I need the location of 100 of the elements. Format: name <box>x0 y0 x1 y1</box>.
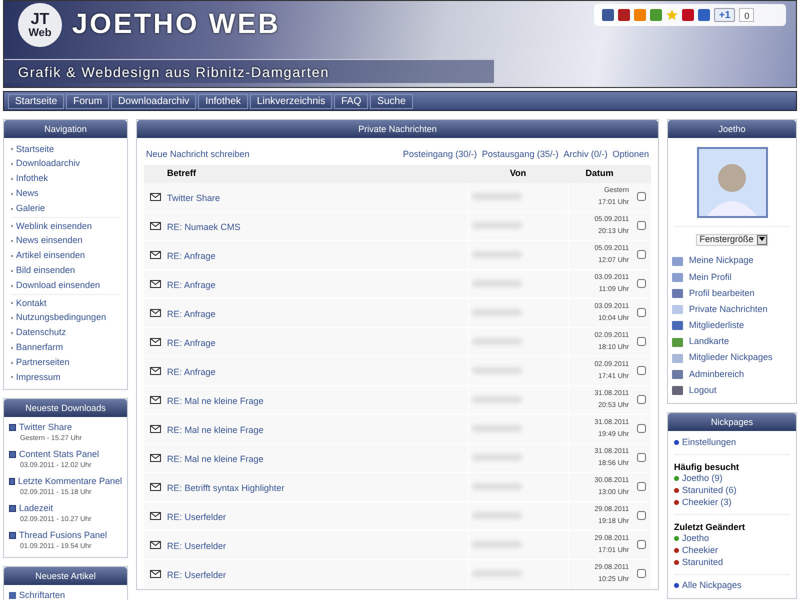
folder-link[interactable]: Posteingang (30/-) <box>402 148 477 162</box>
menu-tab[interactable]: Infothek <box>198 94 248 108</box>
section-heading: Zuletzt Geändert <box>674 520 746 533</box>
nickpage-link[interactable]: Cheekier <box>682 544 718 558</box>
folder-link[interactable]: Archiv (0/-) <box>563 148 608 162</box>
message-subject-link[interactable]: RE: Anfrage <box>167 308 216 318</box>
logo-text: JT <box>30 12 50 28</box>
select-checkbox[interactable] <box>636 424 646 433</box>
menu-tab[interactable]: Forum <box>66 94 110 108</box>
site-tagline: Grafik & Webdesign aus Ribnitz-Damgarten <box>4 59 494 83</box>
nav-link[interactable]: Downloadarchiv <box>16 157 80 171</box>
user-menu-link[interactable]: Private Nachrichten <box>689 302 768 316</box>
nickpage-link[interactable]: Alle Nickpages <box>682 578 742 592</box>
user-menu-link[interactable]: Landkarte <box>689 335 730 349</box>
nav-link[interactable]: Bild einsenden <box>16 264 76 278</box>
message-subject-link[interactable]: RE: Betrifft syntax Highlighter <box>167 482 284 492</box>
message-subject-link[interactable]: RE: Anfrage <box>167 338 216 348</box>
panel-title: Nickpages <box>668 412 796 431</box>
select-checkbox[interactable] <box>636 337 646 346</box>
logo-text: Web <box>28 28 52 38</box>
select-checkbox[interactable] <box>636 279 646 288</box>
message-subject-link[interactable]: Twitter Share <box>167 192 220 202</box>
article-link[interactable]: Schriftarten <box>19 588 66 600</box>
user-menu-link[interactable]: Meine Nickpage <box>689 254 754 268</box>
nickpage-link[interactable]: Joetho <box>682 532 710 546</box>
message-subject-link[interactable]: RE: Mal ne kleine Frage <box>167 454 264 464</box>
message-subject-link[interactable]: RE: Anfrage <box>167 366 216 376</box>
download-link[interactable]: Thread Fusions Panel <box>19 528 108 542</box>
nav-link[interactable]: Galerie <box>16 202 46 216</box>
message-subject-link[interactable]: RE: Userfelder <box>167 540 226 550</box>
site-title: JOETHO WEB <box>72 7 280 41</box>
column-header: Betreff <box>166 166 198 180</box>
message-subject-link[interactable]: RE: Mal ne kleine Frage <box>167 396 264 406</box>
nav-link[interactable]: Weblink einsenden <box>16 220 92 234</box>
nav-link[interactable]: Download einsenden <box>16 278 100 292</box>
menu-tab[interactable]: Suche <box>370 94 413 108</box>
user-menu-link[interactable]: Logout <box>689 384 717 398</box>
select-checkbox[interactable] <box>636 250 646 259</box>
menu-tab[interactable]: Startseite <box>8 94 64 108</box>
square-icon[interactable] <box>602 9 614 21</box>
nav-link[interactable]: News einsenden <box>16 234 83 248</box>
message-subject-link[interactable]: RE: Numaek CMS <box>167 222 241 232</box>
select-checkbox[interactable] <box>636 366 646 375</box>
nav-link[interactable]: Artikel einsenden <box>16 249 86 263</box>
menu-tab[interactable]: FAQ <box>334 94 368 108</box>
panel-title: Navigation <box>4 120 127 138</box>
nav-link[interactable]: Bannerfarm <box>16 341 64 354</box>
select-checkbox[interactable] <box>636 540 646 549</box>
select-checkbox[interactable] <box>636 453 646 462</box>
menu-tab[interactable]: Downloadarchiv <box>111 94 196 108</box>
nav-link[interactable]: Partnerseiten <box>16 356 70 370</box>
nav-link[interactable]: Nutzungsbedingungen <box>16 311 106 325</box>
nav-link[interactable]: Kontakt <box>16 296 47 310</box>
nav-link[interactable]: Datenschutz <box>16 326 66 340</box>
message-subject-link[interactable]: RE: Anfrage <box>167 280 216 290</box>
caret-icon <box>756 235 767 245</box>
message-subject-link[interactable]: RE: Anfrage <box>167 250 216 260</box>
folder-link[interactable]: Postausgang (35/-) <box>482 148 558 162</box>
nav-link[interactable]: Startseite <box>16 142 54 156</box>
plus-one-button[interactable]: +1 <box>714 8 736 22</box>
nickpage-link[interactable]: Joetho (9) <box>682 472 723 486</box>
nickpage-link[interactable]: Cheekier (3) <box>682 496 732 510</box>
section-heading: Häufig besucht <box>674 460 740 473</box>
user-menu-link[interactable]: Adminbereich <box>689 368 744 382</box>
nav-link[interactable]: News <box>16 187 39 201</box>
nickpage-link[interactable]: Starunited (6) <box>682 484 737 498</box>
user-menu-link[interactable]: Mitglieder Nickpages <box>689 351 773 365</box>
select-checkbox[interactable] <box>636 395 646 404</box>
window-size-dropdown[interactable]: Fenstergröße <box>696 234 768 246</box>
select-checkbox[interactable] <box>636 482 646 491</box>
user-menu-link[interactable]: Mein Profil <box>689 270 732 284</box>
square-icon[interactable] <box>698 9 710 21</box>
message-subject-link[interactable]: RE: Mal ne kleine Frage <box>167 424 264 434</box>
user-menu-link[interactable]: Mitgliederliste <box>689 319 744 333</box>
download-link[interactable]: Letzte Kommentare Panel <box>18 474 122 488</box>
download-link[interactable]: Twitter Share <box>19 420 72 434</box>
download-link[interactable]: Content Stats Panel <box>19 448 100 462</box>
panel-title: Neueste Downloads <box>4 398 127 417</box>
select-checkbox[interactable] <box>636 569 646 578</box>
select-checkbox[interactable] <box>636 511 646 520</box>
column-header: Von <box>508 166 528 180</box>
panel-title: Neueste Artikel <box>4 566 127 585</box>
new-message-link[interactable]: Neue Nachricht schreiben <box>146 148 250 162</box>
menu-tab[interactable]: Linkverzeichnis <box>250 94 332 108</box>
message-subject-link[interactable]: RE: Userfelder <box>167 512 226 522</box>
select-checkbox[interactable] <box>636 308 646 317</box>
user-menu-link[interactable]: Profil bearbeiten <box>689 286 755 300</box>
column-header: Datum <box>584 166 614 180</box>
nickpage-link[interactable]: Starunited <box>682 556 724 570</box>
select-checkbox[interactable] <box>636 192 646 201</box>
message-subject-link[interactable]: RE: Userfelder <box>167 570 226 580</box>
panel-title: Joetho <box>668 120 796 138</box>
download-link[interactable]: Ladezeit <box>19 502 54 516</box>
nickpage-link[interactable]: Einstellungen <box>682 436 736 450</box>
star-icon[interactable] <box>666 9 678 21</box>
folder-link[interactable]: Optionen <box>612 148 649 162</box>
select-checkbox[interactable] <box>636 221 646 230</box>
nav-link[interactable]: Impressum <box>16 370 61 384</box>
nav-link[interactable]: Infothek <box>16 172 48 186</box>
share-count: 0 <box>739 8 754 22</box>
